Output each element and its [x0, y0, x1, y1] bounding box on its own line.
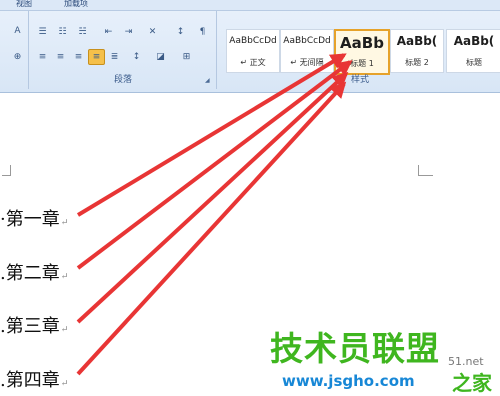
- arrow-2: [76, 60, 353, 270]
- arrow-1: [76, 53, 347, 217]
- arrow-3: [76, 71, 349, 324]
- watermark-url: www.jsgho.com: [282, 372, 415, 390]
- watermark-site: 之家: [452, 371, 492, 395]
- watermark-logo: 技术员联盟: [270, 329, 440, 368]
